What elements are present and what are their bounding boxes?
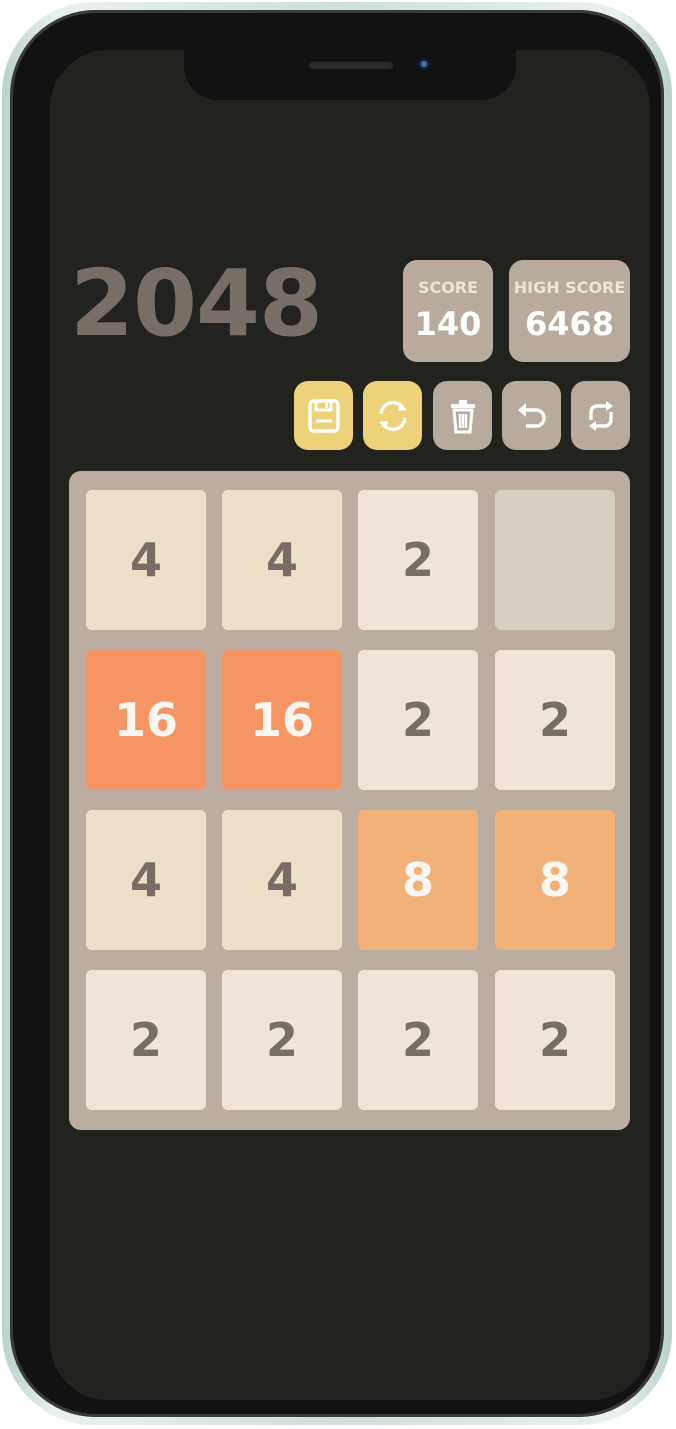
save-icon	[307, 398, 340, 433]
score-label: SCORE	[417, 278, 479, 297]
phone-notch	[184, 50, 516, 100]
sync-icon	[378, 400, 407, 431]
tile: 8	[495, 810, 615, 950]
save-button[interactable]	[294, 381, 353, 450]
game-title: 2048	[70, 250, 323, 357]
tile: 2	[495, 970, 615, 1110]
tile: 2	[495, 650, 615, 790]
load-button[interactable]	[363, 381, 422, 450]
restart-button[interactable]	[571, 381, 630, 450]
tile: 2	[86, 970, 206, 1110]
tile: 4	[86, 810, 206, 950]
tile: 4	[222, 490, 342, 630]
tile: 16	[86, 650, 206, 790]
tile: 8	[358, 810, 478, 950]
speaker-grille	[308, 60, 394, 69]
tile: 4	[86, 490, 206, 630]
phone-frame: 2048 SCORE 140 HIGH SCORE 6468 4 4 2 16 …	[2, 2, 672, 1425]
front-camera	[416, 56, 432, 72]
tile: 16	[222, 650, 342, 790]
phone-bezel: 2048 SCORE 140 HIGH SCORE 6468 4 4 2 16 …	[10, 10, 664, 1417]
undo-icon	[517, 402, 546, 428]
undo-button[interactable]	[502, 381, 561, 450]
empty-cell	[495, 490, 615, 630]
high-score-box: HIGH SCORE 6468	[509, 260, 630, 362]
tile: 2	[358, 650, 478, 790]
high-score-value: 6468	[524, 305, 615, 343]
game-board[interactable]: 4 4 2 16 16 2 2 4 4 8 8 2 2 2 2	[69, 471, 630, 1130]
game-screen: 2048 SCORE 140 HIGH SCORE 6468 4 4 2 16 …	[50, 50, 650, 1400]
tile: 2	[358, 490, 478, 630]
delete-button[interactable]	[433, 381, 492, 450]
high-score-label: HIGH SCORE	[513, 278, 626, 297]
score-value: 140	[414, 305, 482, 343]
tile: 4	[222, 810, 342, 950]
score-box: SCORE 140	[403, 260, 493, 362]
tile: 2	[358, 970, 478, 1110]
refresh-icon	[588, 400, 613, 431]
tile: 2	[222, 970, 342, 1110]
trash-icon	[450, 399, 475, 433]
